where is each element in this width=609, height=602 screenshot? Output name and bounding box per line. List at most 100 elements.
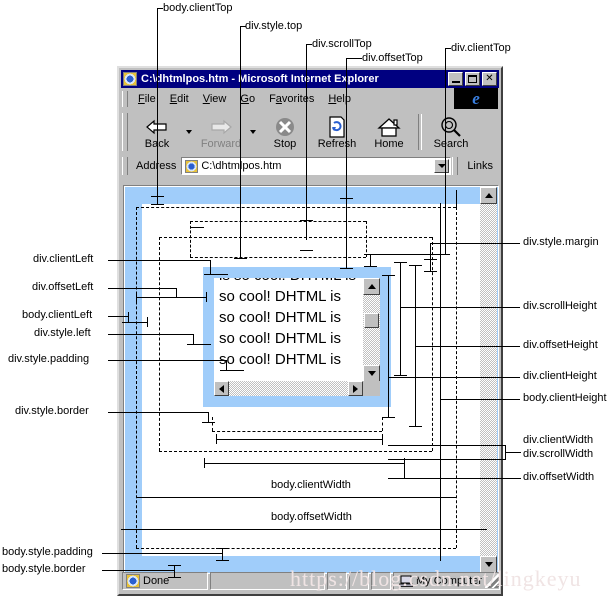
diagram-root: C:\dhtmlpos.htm - Microsoft Internet Exp… (0, 0, 609, 602)
leader-body-clientTop (157, 8, 158, 204)
menu-item-view[interactable]: View (196, 92, 234, 106)
dim-div-offsetWidth-l (204, 458, 205, 468)
dash-div-margin-bottom (159, 451, 432, 452)
menu-item-edit[interactable]: Edit (163, 92, 196, 106)
leader-div-clientLeft (108, 260, 210, 261)
stop-icon (274, 115, 296, 139)
connector-right-dash-top (456, 190, 457, 210)
dim-body-clientHeight-v2 (440, 399, 441, 561)
minimize-button[interactable] (448, 72, 463, 86)
toolbar-button-home[interactable]: Home (363, 111, 415, 153)
address-grip[interactable] (122, 157, 128, 175)
tick-body-style-padding-a (216, 548, 229, 549)
tick-div-style-padding-b (231, 370, 244, 371)
leader-div-scrollWidth-h (388, 459, 506, 460)
links-button[interactable]: Links (461, 160, 499, 172)
tick-div-style-margin-vv (430, 259, 431, 271)
toolbar-separator (418, 114, 422, 150)
tick-div-style-margin-b (424, 271, 437, 272)
toolbar-grip[interactable] (122, 113, 128, 151)
leader-div-style-margin-v (430, 243, 431, 259)
tick-div-scrollTop-a (300, 220, 313, 221)
menu-item-favorites[interactable]: Favorites (262, 92, 321, 106)
dash-div-offset-bottom (190, 257, 366, 258)
div-vertical-scrollbar[interactable] (363, 278, 380, 382)
dim-div-offsetWidth (204, 463, 404, 464)
tick-body-style-border-a (168, 565, 181, 566)
tick-div-clientTop-b (364, 266, 377, 267)
leader-div-style-padding-v (226, 360, 227, 370)
dim-div-offsetWidth-join (404, 463, 405, 478)
div-horizontal-scrollbar[interactable] (214, 381, 380, 396)
search-icon (440, 115, 462, 139)
tick-body-style-border-v (174, 565, 175, 577)
scroll-up-button[interactable] (480, 187, 497, 204)
triangle-down-icon (484, 562, 493, 567)
dash-div-offset-right (366, 221, 367, 257)
tick-body-style-padding-b (216, 560, 229, 561)
forward-dropdown[interactable] (247, 111, 259, 153)
scrollbar-corner (363, 381, 380, 396)
toolbar-button-search[interactable]: Search (425, 111, 477, 153)
leader-div-scrollTop (306, 44, 307, 240)
leader-div-style-border (108, 412, 208, 413)
computer-icon (399, 574, 413, 588)
triangle-up-icon (484, 193, 493, 198)
dim-div-scrollHeight-v2 (400, 307, 401, 375)
toolbar-button-refresh[interactable]: Refresh (311, 111, 363, 153)
links-grip[interactable] (452, 157, 459, 175)
tick-body-clientTop-v (157, 196, 158, 204)
label-div-offsetWidth: div.offsetWidth (523, 471, 595, 483)
leader-div-clientTop (445, 48, 446, 254)
dim-div-clientWidth (216, 439, 382, 440)
status-pane-zone: My Computer (393, 572, 500, 590)
menu-item-go[interactable]: Go (233, 92, 262, 106)
label-div-clientTop: div.clientTop (451, 42, 511, 54)
label-div-scrollHeight: div.scrollHeight (523, 300, 597, 312)
dim-div-offsetLeft-l (136, 292, 137, 302)
label-div-clientLeft: div.clientLeft (33, 253, 94, 265)
dash-body-padding-top (136, 207, 456, 208)
close-button[interactable]: ✕ (482, 72, 497, 86)
address-dropdown-button[interactable] (434, 159, 450, 173)
leader-body-clientHeight (440, 399, 520, 400)
menu-grip[interactable] (122, 91, 128, 107)
resize-grip[interactable] (485, 574, 499, 588)
dim-div-scrollHeight-v (400, 262, 401, 307)
address-input[interactable]: C:\dhtmlpos.htm (181, 157, 452, 175)
leader-div-offsetWidth (505, 478, 521, 479)
tick-body-style-padding-v (222, 548, 223, 560)
menu-item-help[interactable]: Help (321, 92, 358, 106)
status-bar: Done My Computer (122, 571, 500, 591)
leader-div-style-border-v (208, 412, 209, 422)
div-scroll-up-button[interactable] (363, 278, 380, 295)
tick-div-clientHeight-b (382, 417, 395, 418)
dim-div-clientWidth-l (216, 434, 217, 444)
page-vertical-scrollbar[interactable] (480, 187, 497, 573)
dash-div-inner-right (382, 417, 383, 431)
label-div-style-padding: div.style.padding (8, 353, 90, 365)
leader-body-style-padding (102, 553, 222, 554)
label-body-offsetWidth: body.offsetWidth (271, 511, 352, 523)
dim-div-offsetLeft (136, 297, 206, 298)
tick-div-style-left-b (198, 344, 211, 345)
refresh-icon (327, 115, 347, 139)
tick-div-offsetTop-a (340, 198, 353, 199)
leader-body-style-border (102, 570, 174, 571)
div-scroll-down-button[interactable] (363, 365, 380, 382)
tick-body-clientTop-b (151, 204, 164, 205)
div-scroll-right-button[interactable] (348, 381, 363, 396)
dash-div-inner-bottom (212, 431, 382, 432)
toolbar-button-stop[interactable]: Stop (259, 111, 311, 153)
tick-div-offsetHeight-b (409, 426, 422, 427)
leader-div-scrollWidth-v (505, 445, 506, 459)
div-scroll-thumb[interactable] (364, 313, 379, 328)
label-div-offsetLeft: div.offsetLeft (32, 281, 94, 293)
toolbar-label-forward: Forward (200, 137, 242, 150)
label-div-style-left: div.style.left (34, 327, 91, 339)
div-scroll-left-button[interactable] (214, 381, 229, 396)
back-dropdown[interactable] (183, 111, 195, 153)
maximize-button[interactable] (465, 72, 480, 86)
label-div-scrollWidth: div.scrollWidth (523, 448, 594, 460)
triangle-down-icon (367, 371, 376, 376)
